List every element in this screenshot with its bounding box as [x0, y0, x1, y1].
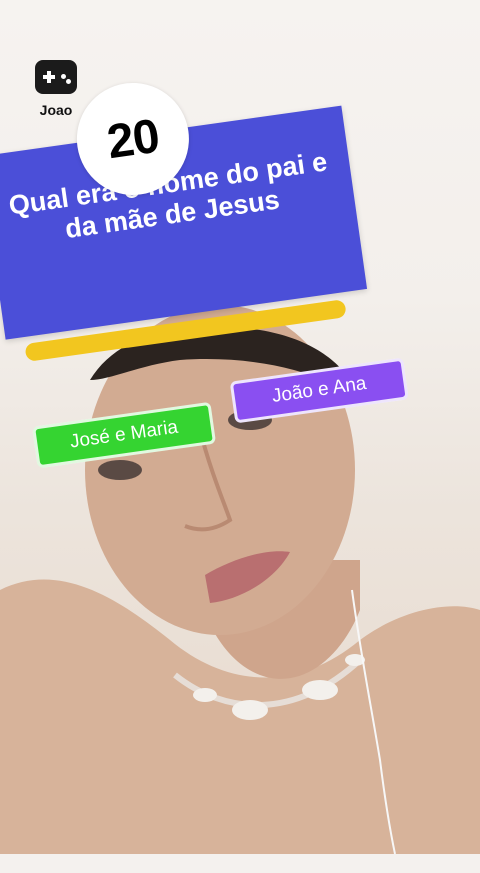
timer-value: 20 — [103, 109, 163, 169]
answer-option-1[interactable]: José e Maria — [31, 401, 217, 469]
answer-option-2[interactable]: João e Ana — [229, 357, 409, 424]
quiz-overlay: Qual era o nome do pai e da mãe de Jesus… — [0, 0, 480, 872]
